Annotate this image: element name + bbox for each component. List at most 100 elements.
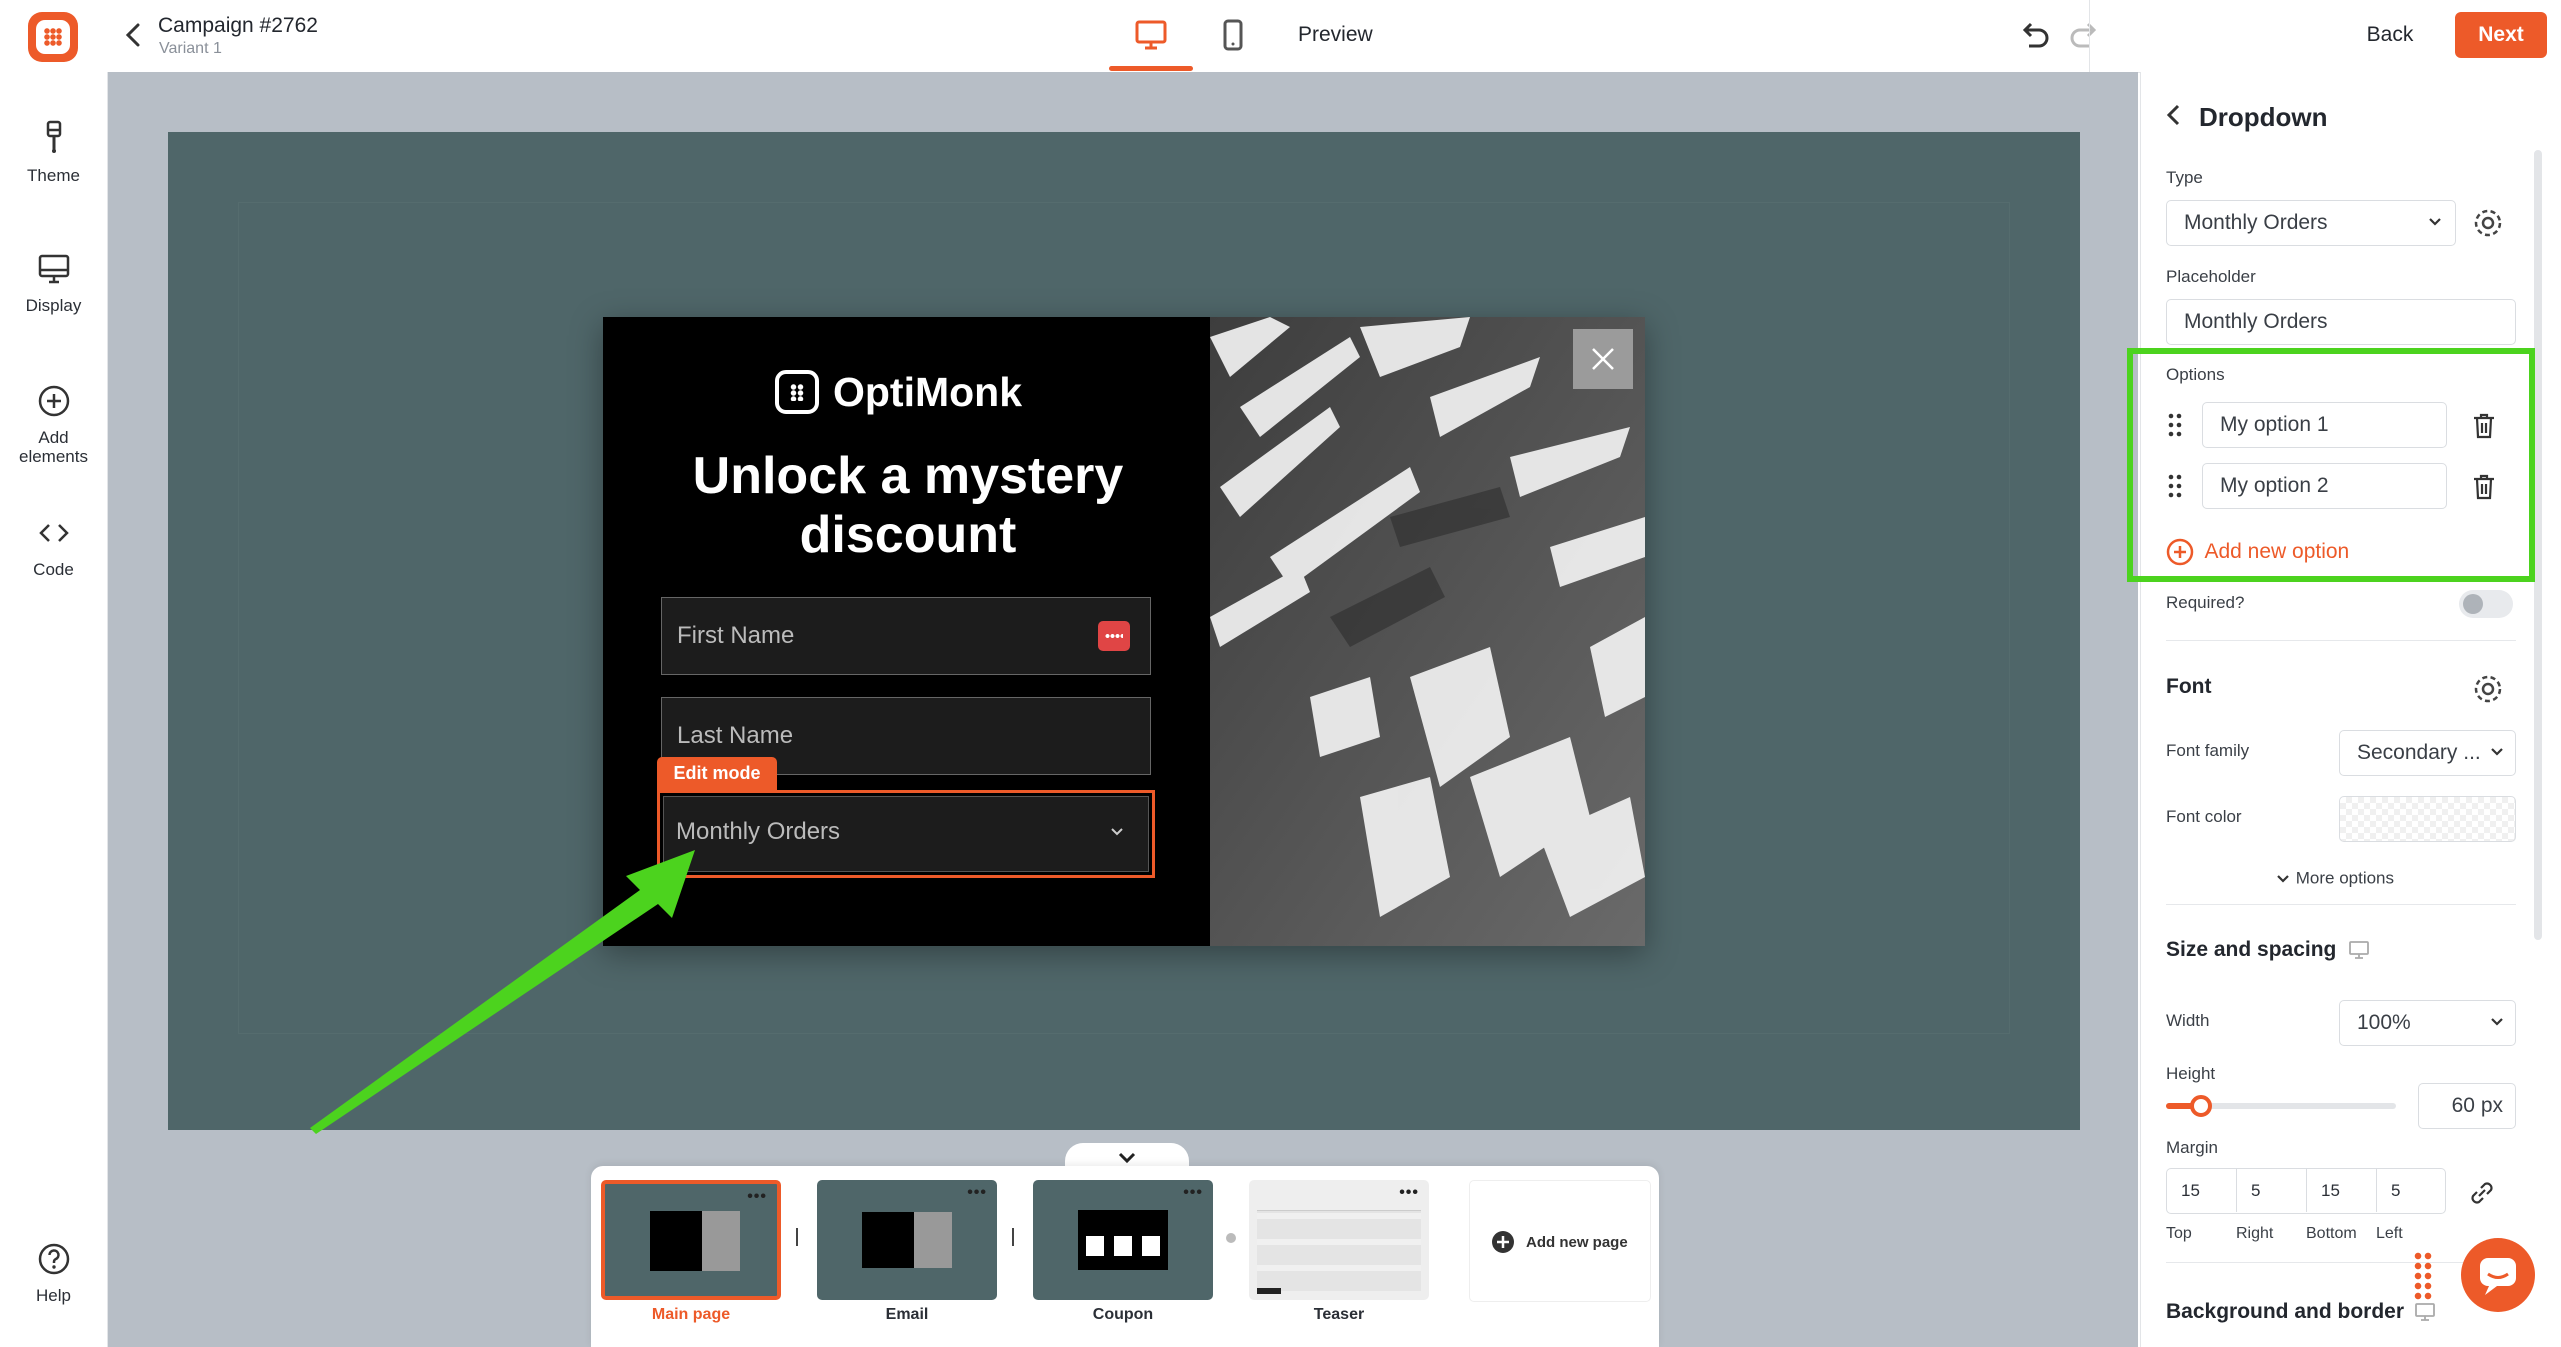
chevron-down-icon (2491, 1018, 2503, 1026)
panel-scrollbar[interactable] (2534, 150, 2542, 940)
page-thumbnail-teaser[interactable]: ••• (1249, 1180, 1429, 1300)
margin-bottom-input[interactable]: 15 (2307, 1169, 2377, 1212)
chevron-down-icon (2429, 218, 2441, 226)
options-highlight-annotation (2127, 348, 2535, 582)
back-chevron-icon[interactable] (122, 20, 144, 56)
height-label: Height (2166, 1064, 2216, 1083)
size-spacing-heading: Size and spacing (2166, 938, 2370, 962)
preview-link[interactable]: Preview (1298, 23, 1373, 47)
height-slider-track[interactable] (2166, 1095, 2396, 1117)
annotation-arrow (310, 850, 695, 1134)
palm-shadow-image (1210, 317, 1645, 946)
placeholder-value: Monthly Orders (2184, 310, 2328, 333)
popup[interactable]: OptiMonk Unlock a mystery discount First… (603, 317, 1645, 946)
placeholder-label: Placeholder (2166, 267, 2256, 286)
page-label: Coupon (1092, 1306, 1154, 1323)
desktop-view-button[interactable] (1126, 14, 1176, 58)
font-heading: Font (2166, 675, 2212, 698)
edit-mode-badge: Edit mode (657, 757, 777, 790)
height-input[interactable]: 60 px (2418, 1083, 2516, 1129)
chevron-down-icon (2277, 874, 2289, 883)
page-label: Teaser (1313, 1306, 1365, 1323)
page-label: Email (885, 1306, 929, 1323)
more-options-toggle[interactable]: More options (2275, 868, 2394, 889)
brush-icon (46, 120, 61, 153)
page-thumbnail-main[interactable]: ••• (601, 1180, 781, 1300)
sidebar-item-code[interactable]: Code (0, 516, 107, 580)
brand-logo[interactable]: OptiMonk (775, 369, 1022, 421)
plus-circle-icon (38, 385, 69, 417)
type-value: Monthly Orders (2184, 211, 2328, 234)
popup-headline[interactable]: Unlock a mystery discount (643, 447, 1173, 565)
mobile-view-button[interactable] (1208, 14, 1258, 58)
dropdown-element-selected[interactable]: Monthly Orders (657, 790, 1155, 878)
first-name-placeholder: First Name (677, 622, 795, 649)
left-sidebar: Theme Display Add elements Code Help (0, 72, 108, 1347)
password-manager-icon[interactable] (1098, 621, 1130, 651)
gear-icon[interactable] (2471, 672, 2505, 706)
more-icon: ••• (1183, 1184, 1203, 1201)
font-family-label: Font family (2166, 741, 2250, 760)
margin-side-label: Right (2236, 1225, 2274, 1242)
campaign-title[interactable]: Campaign #2762 (158, 14, 318, 38)
page-separator (796, 1228, 798, 1246)
margin-inputs: 15 5 15 5 (2166, 1168, 2446, 1214)
popup-close-button[interactable] (1573, 329, 1633, 389)
sidebar-item-display[interactable]: Display (0, 252, 107, 316)
link-icon[interactable] (2467, 1178, 2497, 1208)
desktop-icon (2414, 1303, 2435, 1322)
palm-leaf-image[interactable] (1210, 317, 1645, 946)
margin-right-input[interactable]: 5 (2237, 1169, 2307, 1212)
height-slider-thumb[interactable] (2190, 1095, 2212, 1117)
margin-label: Margin (2166, 1138, 2218, 1157)
page-label: Main page (651, 1306, 731, 1323)
first-name-input[interactable]: First Name (661, 597, 1151, 675)
optimonk-logo[interactable] (28, 12, 78, 62)
page-thumbnail-email[interactable]: ••• (817, 1180, 997, 1300)
gear-icon[interactable] (2471, 206, 2505, 240)
more-icon: ••• (747, 1188, 767, 1205)
close-icon (1592, 348, 1614, 370)
chevron-down-icon (1106, 797, 1128, 895)
page-separator (1012, 1228, 1014, 1246)
back-button[interactable]: Back (2340, 12, 2440, 58)
more-options-label: More options (2295, 868, 2395, 888)
chat-support-button[interactable] (2461, 1238, 2535, 1312)
monitor-icon (38, 254, 69, 284)
add-page-label: Add new page (1526, 1234, 1628, 1251)
top-bar: Campaign #2762 Variant 1 Preview Back Ne… (0, 0, 2561, 73)
dropdown-field[interactable]: Monthly Orders (663, 796, 1149, 872)
add-new-page-button[interactable]: Add new page (1469, 1180, 1651, 1302)
help-label: Help (36, 1286, 71, 1305)
font-color-picker[interactable] (2339, 796, 2516, 842)
panel-title: Dropdown (2199, 102, 2328, 132)
variant-name: Variant 1 (159, 40, 222, 57)
sidebar-item-label: Code (33, 560, 74, 579)
back-chevron-icon[interactable] (2161, 100, 2185, 130)
background-border-heading: Background and border (2166, 1300, 2436, 1324)
width-label: Width (2166, 1011, 2210, 1030)
plus-circle-icon (1492, 1231, 1514, 1253)
help-icon (38, 1243, 69, 1275)
last-name-placeholder: Last Name (677, 722, 794, 749)
topbar-divider (2089, 0, 2090, 72)
margin-top-input[interactable]: 15 (2167, 1169, 2237, 1212)
width-value: 100% (2357, 1011, 2411, 1034)
undo-icon[interactable] (2017, 18, 2053, 54)
optimonk-mark-icon (775, 370, 819, 415)
grip-dots-icon[interactable] (2413, 1251, 2433, 1301)
type-select[interactable]: Monthly Orders (2166, 200, 2456, 246)
placeholder-input[interactable]: Monthly Orders (2166, 299, 2516, 345)
chevron-down-icon (2491, 748, 2503, 756)
sidebar-item-help[interactable]: Help (0, 1242, 107, 1306)
page-thumbnail-coupon[interactable]: ••• (1033, 1180, 1213, 1300)
next-button[interactable]: Next (2455, 12, 2547, 58)
font-family-select[interactable]: Secondary ... (2339, 730, 2516, 776)
sidebar-item-theme[interactable]: Theme (0, 120, 107, 186)
sidebar-item-add-elements[interactable]: Add elements (0, 384, 107, 466)
margin-left-input[interactable]: 5 (2377, 1169, 2445, 1212)
redo-icon[interactable] (2066, 18, 2102, 54)
width-select[interactable]: 100% (2339, 1000, 2516, 1046)
chat-icon (2480, 1258, 2516, 1295)
required-toggle[interactable] (2459, 590, 2513, 618)
